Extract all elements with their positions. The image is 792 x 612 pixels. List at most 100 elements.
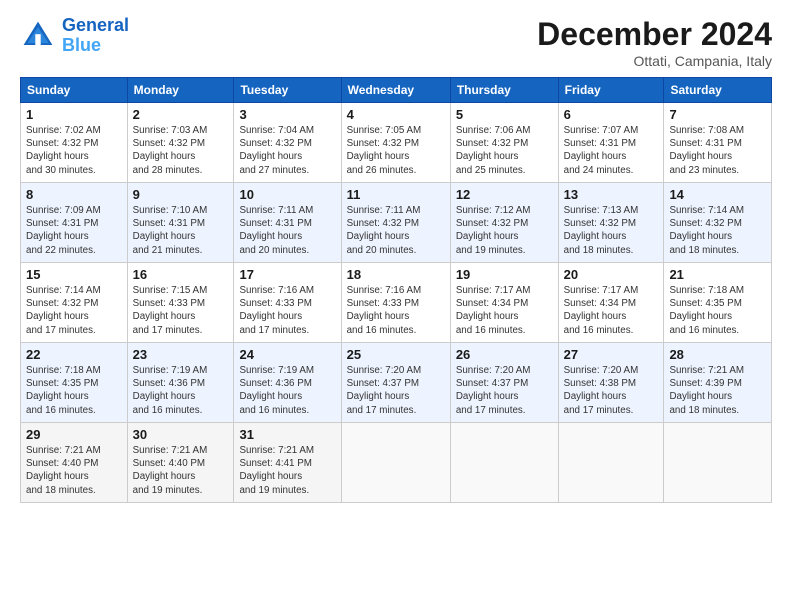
table-row: 27 Sunrise: 7:20 AMSunset: 4:38 PMDaylig… [558, 343, 664, 423]
table-row: 4 Sunrise: 7:05 AMSunset: 4:32 PMDayligh… [341, 103, 450, 183]
subtitle: Ottati, Campania, Italy [537, 53, 772, 69]
table-row: 31 Sunrise: 7:21 AMSunset: 4:41 PMDaylig… [234, 423, 341, 503]
day-number: 18 [347, 267, 445, 282]
day-number: 14 [669, 187, 766, 202]
day-info: Sunrise: 7:18 AMSunset: 4:35 PMDaylight … [669, 285, 744, 336]
day-info: Sunrise: 7:16 AMSunset: 4:33 PMDaylight … [347, 285, 422, 336]
table-row: 15 Sunrise: 7:14 AMSunset: 4:32 PMDaylig… [21, 263, 128, 343]
table-row: 21 Sunrise: 7:18 AMSunset: 4:35 PMDaylig… [664, 263, 772, 343]
day-number: 3 [239, 107, 335, 122]
day-number: 22 [26, 347, 122, 362]
table-row: 3 Sunrise: 7:04 AMSunset: 4:32 PMDayligh… [234, 103, 341, 183]
calendar-week-row: 22 Sunrise: 7:18 AMSunset: 4:35 PMDaylig… [21, 343, 772, 423]
page: General Blue December 2024 Ottati, Campa… [0, 0, 792, 612]
day-info: Sunrise: 7:20 AMSunset: 4:37 PMDaylight … [347, 365, 422, 416]
day-number: 7 [669, 107, 766, 122]
day-info: Sunrise: 7:16 AMSunset: 4:33 PMDaylight … [239, 285, 314, 336]
day-info: Sunrise: 7:21 AMSunset: 4:40 PMDaylight … [133, 445, 208, 496]
table-row: 28 Sunrise: 7:21 AMSunset: 4:39 PMDaylig… [664, 343, 772, 423]
day-number: 30 [133, 427, 229, 442]
table-row: 8 Sunrise: 7:09 AMSunset: 4:31 PMDayligh… [21, 183, 128, 263]
day-number: 5 [456, 107, 553, 122]
day-info: Sunrise: 7:03 AMSunset: 4:32 PMDaylight … [133, 125, 208, 176]
table-row [341, 423, 450, 503]
day-number: 20 [564, 267, 659, 282]
day-info: Sunrise: 7:18 AMSunset: 4:35 PMDaylight … [26, 365, 101, 416]
day-number: 28 [669, 347, 766, 362]
title-block: December 2024 Ottati, Campania, Italy [537, 16, 772, 69]
table-row: 13 Sunrise: 7:13 AMSunset: 4:32 PMDaylig… [558, 183, 664, 263]
day-info: Sunrise: 7:02 AMSunset: 4:32 PMDaylight … [26, 125, 101, 176]
table-row: 26 Sunrise: 7:20 AMSunset: 4:37 PMDaylig… [450, 343, 558, 423]
col-friday: Friday [558, 78, 664, 103]
day-number: 12 [456, 187, 553, 202]
logo: General Blue [20, 16, 129, 56]
day-number: 29 [26, 427, 122, 442]
table-row: 14 Sunrise: 7:14 AMSunset: 4:32 PMDaylig… [664, 183, 772, 263]
day-info: Sunrise: 7:21 AMSunset: 4:41 PMDaylight … [239, 445, 314, 496]
day-info: Sunrise: 7:13 AMSunset: 4:32 PMDaylight … [564, 205, 639, 256]
day-number: 2 [133, 107, 229, 122]
day-info: Sunrise: 7:19 AMSunset: 4:36 PMDaylight … [133, 365, 208, 416]
day-info: Sunrise: 7:15 AMSunset: 4:33 PMDaylight … [133, 285, 208, 336]
table-row: 29 Sunrise: 7:21 AMSunset: 4:40 PMDaylig… [21, 423, 128, 503]
table-row: 18 Sunrise: 7:16 AMSunset: 4:33 PMDaylig… [341, 263, 450, 343]
col-sunday: Sunday [21, 78, 128, 103]
table-row [558, 423, 664, 503]
day-number: 6 [564, 107, 659, 122]
table-row: 5 Sunrise: 7:06 AMSunset: 4:32 PMDayligh… [450, 103, 558, 183]
col-wednesday: Wednesday [341, 78, 450, 103]
col-tuesday: Tuesday [234, 78, 341, 103]
table-row: 22 Sunrise: 7:18 AMSunset: 4:35 PMDaylig… [21, 343, 128, 423]
day-number: 27 [564, 347, 659, 362]
day-info: Sunrise: 7:07 AMSunset: 4:31 PMDaylight … [564, 125, 639, 176]
table-row: 6 Sunrise: 7:07 AMSunset: 4:31 PMDayligh… [558, 103, 664, 183]
header: General Blue December 2024 Ottati, Campa… [20, 16, 772, 69]
day-info: Sunrise: 7:17 AMSunset: 4:34 PMDaylight … [456, 285, 531, 336]
col-monday: Monday [127, 78, 234, 103]
table-row: 10 Sunrise: 7:11 AMSunset: 4:31 PMDaylig… [234, 183, 341, 263]
day-number: 17 [239, 267, 335, 282]
calendar-week-row: 1 Sunrise: 7:02 AMSunset: 4:32 PMDayligh… [21, 103, 772, 183]
day-info: Sunrise: 7:14 AMSunset: 4:32 PMDaylight … [26, 285, 101, 336]
day-info: Sunrise: 7:08 AMSunset: 4:31 PMDaylight … [669, 125, 744, 176]
table-row: 1 Sunrise: 7:02 AMSunset: 4:32 PMDayligh… [21, 103, 128, 183]
day-info: Sunrise: 7:19 AMSunset: 4:36 PMDaylight … [239, 365, 314, 416]
day-number: 10 [239, 187, 335, 202]
day-info: Sunrise: 7:14 AMSunset: 4:32 PMDaylight … [669, 205, 744, 256]
day-number: 11 [347, 187, 445, 202]
day-number: 13 [564, 187, 659, 202]
logo-icon [20, 18, 56, 54]
table-row [450, 423, 558, 503]
col-thursday: Thursday [450, 78, 558, 103]
table-row: 20 Sunrise: 7:17 AMSunset: 4:34 PMDaylig… [558, 263, 664, 343]
calendar-header-row: Sunday Monday Tuesday Wednesday Thursday… [21, 78, 772, 103]
day-number: 1 [26, 107, 122, 122]
table-row: 16 Sunrise: 7:15 AMSunset: 4:33 PMDaylig… [127, 263, 234, 343]
logo-line2: Blue [62, 35, 101, 55]
logo-text: General Blue [62, 16, 129, 56]
calendar-table: Sunday Monday Tuesday Wednesday Thursday… [20, 77, 772, 503]
day-number: 9 [133, 187, 229, 202]
day-number: 4 [347, 107, 445, 122]
table-row: 9 Sunrise: 7:10 AMSunset: 4:31 PMDayligh… [127, 183, 234, 263]
table-row: 12 Sunrise: 7:12 AMSunset: 4:32 PMDaylig… [450, 183, 558, 263]
day-number: 16 [133, 267, 229, 282]
day-info: Sunrise: 7:09 AMSunset: 4:31 PMDaylight … [26, 205, 101, 256]
col-saturday: Saturday [664, 78, 772, 103]
day-number: 26 [456, 347, 553, 362]
table-row: 7 Sunrise: 7:08 AMSunset: 4:31 PMDayligh… [664, 103, 772, 183]
logo-line1: General [62, 15, 129, 35]
day-info: Sunrise: 7:11 AMSunset: 4:32 PMDaylight … [347, 205, 421, 256]
day-info: Sunrise: 7:10 AMSunset: 4:31 PMDaylight … [133, 205, 208, 256]
day-info: Sunrise: 7:20 AMSunset: 4:38 PMDaylight … [564, 365, 639, 416]
day-info: Sunrise: 7:12 AMSunset: 4:32 PMDaylight … [456, 205, 531, 256]
day-number: 15 [26, 267, 122, 282]
table-row: 23 Sunrise: 7:19 AMSunset: 4:36 PMDaylig… [127, 343, 234, 423]
day-info: Sunrise: 7:11 AMSunset: 4:31 PMDaylight … [239, 205, 313, 256]
table-row: 17 Sunrise: 7:16 AMSunset: 4:33 PMDaylig… [234, 263, 341, 343]
month-title: December 2024 [537, 16, 772, 53]
day-number: 19 [456, 267, 553, 282]
day-info: Sunrise: 7:06 AMSunset: 4:32 PMDaylight … [456, 125, 531, 176]
calendar-week-row: 8 Sunrise: 7:09 AMSunset: 4:31 PMDayligh… [21, 183, 772, 263]
